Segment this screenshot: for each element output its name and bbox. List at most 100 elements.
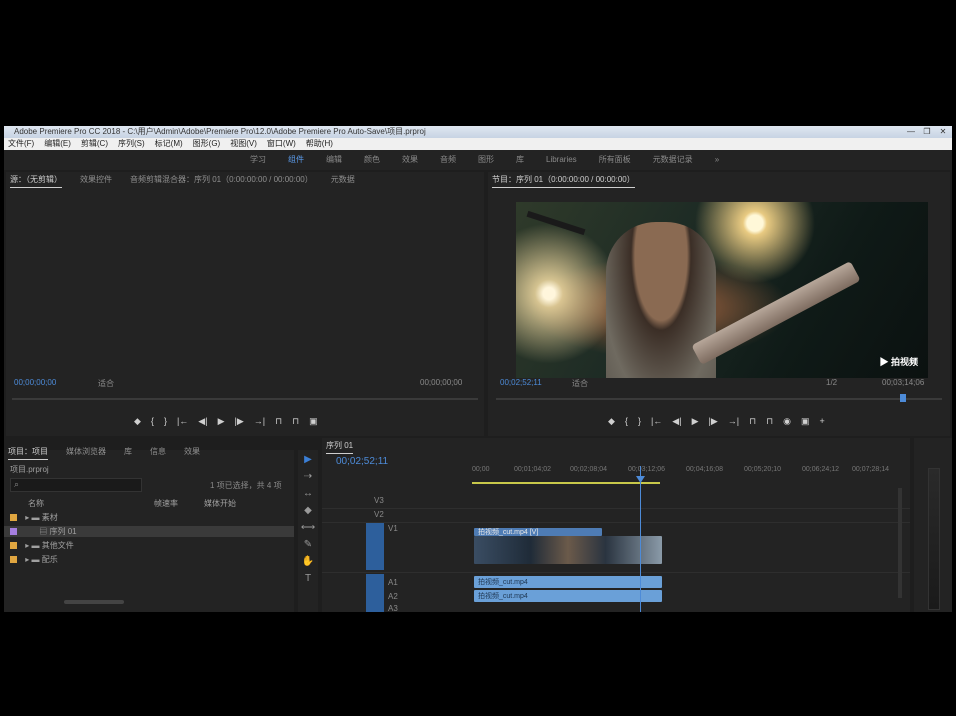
track-select-tool-icon[interactable]: ⇢ (304, 471, 312, 482)
maximize-button[interactable]: ❐ (922, 127, 932, 136)
step-forward-icon[interactable]: |▶ (234, 416, 243, 427)
video-clip-header[interactable]: 拍视频_cut.mp4 [V] (474, 528, 602, 536)
timeline-vertical-scrollbar[interactable] (898, 488, 902, 598)
mark-in-icon[interactable]: { (151, 416, 154, 427)
workspace-libraries[interactable]: Libraries (546, 150, 577, 170)
button-editor-icon[interactable]: + (820, 416, 825, 427)
tab-sequence[interactable]: 序列 01 (326, 438, 354, 454)
marker-icon[interactable]: ◆ (608, 416, 615, 427)
program-playhead-marker[interactable] (900, 394, 906, 402)
tab-program[interactable]: 节目：序列 01（0:00:00:00 / 00:00:00） (492, 172, 635, 188)
track-header-v3[interactable]: V3 (374, 496, 384, 505)
menu-view[interactable]: 视图(V) (230, 138, 257, 150)
mark-out-icon[interactable]: } (638, 416, 641, 427)
program-zoom-dropdown[interactable]: 1/2 (826, 378, 837, 387)
menu-sequence[interactable]: 序列(S) (118, 138, 145, 150)
menu-clip[interactable]: 剪辑(C) (81, 138, 108, 150)
tab-media-browser[interactable]: 媒体浏览器 (66, 444, 106, 460)
workspace-metadata[interactable]: 元数据记录 (653, 150, 693, 170)
menu-help[interactable]: 帮助(H) (306, 138, 333, 150)
pen-tool-icon[interactable]: ✎ (304, 539, 312, 550)
go-to-out-icon[interactable]: →| (728, 416, 739, 427)
program-fit-dropdown[interactable]: 适合 (572, 378, 588, 389)
list-item[interactable]: ▸ ▬ 配乐 (10, 554, 58, 565)
list-item[interactable]: ▸ ▬ 其他文件 (10, 540, 74, 551)
timeline-playhead[interactable] (640, 466, 641, 612)
tab-effects[interactable]: 效果 (184, 444, 200, 460)
marker-icon[interactable]: ◆ (134, 416, 141, 427)
go-to-in-icon[interactable]: |← (651, 416, 662, 427)
column-frame-rate[interactable]: 帧速率 (154, 498, 178, 509)
list-item-selected[interactable]: ▤ 序列 01 (4, 526, 294, 537)
tab-source[interactable]: 源：（无剪辑） (10, 172, 62, 188)
menu-file[interactable]: 文件(F) (8, 138, 34, 150)
video-clip[interactable] (474, 536, 662, 564)
column-name[interactable]: 名称 (28, 498, 44, 509)
minimize-button[interactable]: — (906, 127, 916, 136)
go-to-out-icon[interactable]: →| (254, 416, 265, 427)
hand-tool-icon[interactable]: ✋ (302, 556, 314, 567)
overwrite-icon[interactable]: ⊓ (292, 416, 299, 427)
step-back-icon[interactable]: ◀| (198, 416, 207, 427)
column-media-start[interactable]: 媒体开始 (204, 498, 236, 509)
tab-info[interactable]: 信息 (150, 444, 166, 460)
time-ruler[interactable]: 00;00 00;01;04;02 00;02;08;04 00;03;12;0… (472, 466, 898, 476)
workspace-all-panels[interactable]: 所有面板 (599, 150, 631, 170)
timeline-timecode[interactable]: 00;02;52;11 (336, 456, 388, 467)
menu-marker[interactable]: 标记(M) (155, 138, 183, 150)
menu-window[interactable]: 窗口(W) (267, 138, 296, 150)
type-tool-icon[interactable]: T (305, 573, 311, 584)
export-frame-icon[interactable]: ◉ (783, 416, 791, 427)
lift-icon[interactable]: ⊓ (749, 416, 756, 427)
step-back-icon[interactable]: ◀| (672, 416, 681, 427)
track-target-a1[interactable] (366, 574, 384, 612)
track-target-v1[interactable] (366, 522, 384, 570)
audio-clip-a1[interactable]: 拍视频_cut.mp4 (474, 576, 662, 588)
work-area-bar[interactable] (472, 482, 660, 484)
tab-effect-controls[interactable]: 效果控件 (80, 172, 112, 188)
workspace-editing[interactable]: 编辑 (326, 150, 342, 170)
menu-graphics[interactable]: 图形(G) (193, 138, 221, 150)
workspace-color[interactable]: 颜色 (364, 150, 380, 170)
track-header-a2[interactable]: A2 (388, 592, 398, 601)
export-frame-icon[interactable]: ▣ (309, 416, 318, 427)
workspace-effects[interactable]: 效果 (402, 150, 418, 170)
source-timecode[interactable]: 00;00;00;00 (14, 378, 56, 387)
list-item[interactable]: ▸ ▬ 素材 (10, 512, 58, 523)
compare-icon[interactable]: ▣ (801, 416, 810, 427)
selection-tool-icon[interactable]: ▶ (304, 454, 312, 465)
workspace-graphics[interactable]: 图形 (478, 150, 494, 170)
track-header-v2[interactable]: V2 (374, 510, 384, 519)
project-zoom-slider[interactable] (64, 600, 124, 604)
workspace-more-button[interactable]: » (715, 150, 719, 170)
slip-tool-icon[interactable]: ⟷ (301, 522, 315, 533)
play-icon[interactable]: ▶ (218, 416, 225, 427)
workspace-audio[interactable]: 音频 (440, 150, 456, 170)
play-icon[interactable]: ▶ (692, 416, 699, 427)
ripple-edit-tool-icon[interactable]: ↔ (303, 488, 313, 499)
insert-icon[interactable]: ⊓ (275, 416, 282, 427)
audio-clip-a2[interactable]: 拍视频_cut.mp4 (474, 590, 662, 602)
tab-project[interactable]: 项目：项目 (8, 444, 48, 460)
tab-libraries[interactable]: 库 (124, 444, 132, 460)
project-search-input[interactable]: ⌕ (10, 478, 142, 492)
razor-tool-icon[interactable]: ◆ (304, 505, 312, 516)
tab-metadata[interactable]: 元数据 (331, 172, 355, 188)
track-header-v1[interactable]: V1 (388, 524, 398, 533)
program-timecode[interactable]: 00;02;52;11 (500, 378, 542, 387)
close-button[interactable]: ✕ (938, 127, 948, 136)
step-forward-icon[interactable]: |▶ (708, 416, 717, 427)
workspace-assembly[interactable]: 组件 (288, 150, 304, 170)
go-to-in-icon[interactable]: |← (177, 416, 188, 427)
tab-audio-mixer[interactable]: 音频剪辑混合器：序列 01（0:00:00:00 / 00:00:00） (130, 172, 313, 188)
menu-edit[interactable]: 编辑(E) (44, 138, 71, 150)
workspace-learn[interactable]: 学习 (250, 150, 266, 170)
source-fit-dropdown[interactable]: 适合 (98, 378, 114, 389)
extract-icon[interactable]: ⊓ (766, 416, 773, 427)
track-header-a1[interactable]: A1 (388, 578, 398, 587)
mark-out-icon[interactable]: } (164, 416, 167, 427)
program-scrub-bar[interactable] (496, 398, 942, 400)
source-scrub-bar[interactable] (12, 398, 478, 400)
track-header-a3[interactable]: A3 (388, 604, 398, 612)
workspace-library[interactable]: 库 (516, 150, 524, 170)
